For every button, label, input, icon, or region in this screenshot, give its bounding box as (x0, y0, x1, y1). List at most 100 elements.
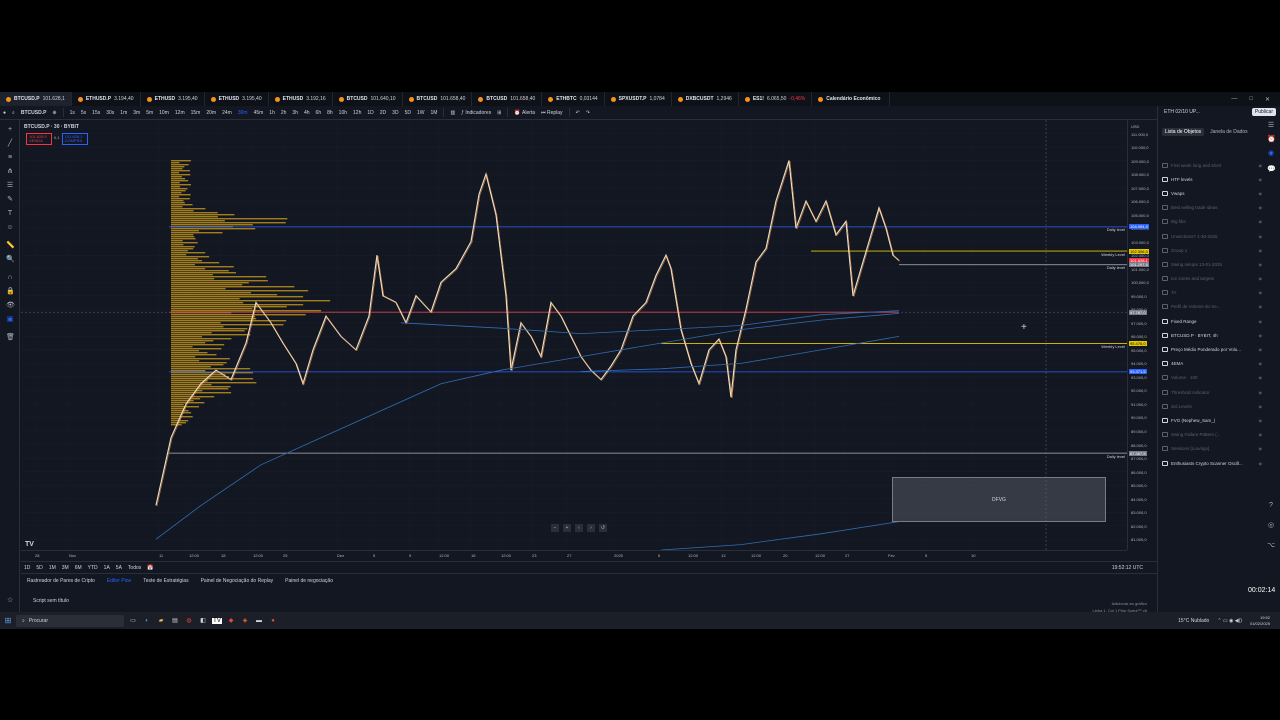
visibility-eye-icon[interactable]: ◉ (1259, 163, 1263, 168)
symbol-tab[interactable]: ETHUSD 3.195,40 (205, 92, 269, 106)
task-view-icon[interactable]: ▭ (128, 617, 138, 624)
symbol-tab[interactable]: ETHUSD 3.192,16 (269, 92, 333, 106)
object-item[interactable]: Preço Médio Ponderado por Volu... ◉ (1162, 342, 1262, 356)
tradingview-logo[interactable]: TV (25, 541, 34, 548)
redo-icon[interactable]: ↷ (583, 106, 593, 120)
bottom-tab[interactable]: Editor Pine (107, 578, 131, 584)
reset-chart-icon[interactable]: ↺ (599, 524, 607, 532)
symbol-tab[interactable]: BTCUSD 101.640,10 (333, 92, 403, 106)
range-1M[interactable]: 1M (46, 565, 59, 571)
interval-4h[interactable]: 4h (301, 106, 313, 120)
range-1A[interactable]: 1A (101, 565, 113, 571)
interval-20m[interactable]: 20m (203, 106, 219, 120)
interval-24m[interactable]: 24m (219, 106, 235, 120)
eye-icon[interactable]: 👁 (6, 302, 15, 310)
object-item[interactable]: Volume · 100 ◉ (1162, 371, 1262, 385)
zoom-icon[interactable]: 🔍 (6, 256, 15, 264)
app-red-icon[interactable]: ◆ (226, 617, 236, 624)
lock-icon[interactable]: 🔒 (6, 288, 15, 296)
visibility-eye-icon[interactable]: ◉ (1259, 404, 1263, 409)
tray-icons[interactable]: ⌃ ▭ ◉ ◀)) (1217, 618, 1242, 624)
symbol-tab[interactable]: ES1! 6.065,50 -0,46% (739, 92, 813, 106)
visibility-eye-icon[interactable]: ◉ (1259, 304, 1263, 309)
visibility-eye-icon[interactable]: ◉ (1259, 361, 1263, 366)
visibility-eye-icon[interactable]: ◉ (1259, 219, 1263, 224)
chrome-icon[interactable]: ◍ (184, 617, 194, 624)
object-item[interactable]: Swing setups 13-01-2025 ◉ (1162, 257, 1262, 271)
object-item[interactable]: Enthusiasts Crypto Scanner Oscill... ◉ (1162, 456, 1262, 470)
tradingview-taskbar-icon[interactable]: TV (212, 617, 222, 624)
symbol-tab[interactable]: ETHUSD.P 3.194,40 (72, 92, 141, 106)
undo-icon[interactable]: ↶ (573, 106, 583, 120)
object-tree-icon[interactable]: ◉ (1267, 150, 1275, 158)
toolbar-symbol[interactable]: BTCUSD.P (18, 106, 50, 120)
crosshair-icon[interactable]: + (6, 126, 14, 134)
visibility-eye-icon[interactable]: ◉ (1259, 375, 1263, 380)
range-1D[interactable]: 1D (21, 565, 33, 571)
object-item[interactable]: Ice zones and targets ◉ (1162, 272, 1262, 286)
recorder-icon[interactable]: ● (268, 618, 278, 624)
object-item[interactable]: Swing Failure Pattern (... ◉ (1162, 428, 1262, 442)
sell-button[interactable]: 101.628,0 VENDA (26, 133, 52, 145)
visibility-eye-icon[interactable]: ◉ (1259, 205, 1263, 210)
chart-type-icon[interactable]: ▥ (447, 106, 458, 120)
interval-1s[interactable]: 1s (67, 106, 78, 120)
alert-button[interactable]: ⏰ Alerta (511, 106, 538, 120)
favorite-drawings-icon[interactable]: ▣ (6, 316, 14, 324)
store-icon[interactable]: ▤ (170, 617, 180, 624)
chart-area[interactable]: DFVG − + ‹ › ↺ + Daily level Weekly Level… (21, 120, 1127, 550)
symbol-tab[interactable]: Calendário Econômico (812, 92, 891, 106)
horizontal-lines-icon[interactable]: ≡ (6, 154, 14, 162)
taskbar-search[interactable]: ⌕ Procurar (16, 614, 124, 627)
symbol-tab[interactable]: BTCUSD 101.658,40 (403, 92, 473, 106)
file-explorer-icon[interactable]: ▰ (156, 617, 166, 624)
legend-title[interactable]: BTCUSD.P · 30 · BYBIT (24, 124, 79, 130)
interval-3D[interactable]: 3D (389, 106, 401, 120)
zoom-in-icon[interactable]: + (563, 524, 571, 532)
object-panel-tab[interactable]: Janela de Dados (1207, 128, 1251, 136)
interval-15s[interactable]: 15s (89, 106, 103, 120)
zoom-out-icon[interactable]: − (551, 524, 559, 532)
visibility-eye-icon[interactable]: ◉ (1259, 446, 1263, 451)
visibility-eye-icon[interactable]: ◉ (1259, 333, 1263, 338)
app-icon[interactable]: ◧ (198, 617, 208, 624)
visibility-eye-icon[interactable]: ◉ (1259, 262, 1263, 267)
bottom-tab[interactable]: Painel de Negociação do Replay (201, 578, 274, 584)
visibility-eye-icon[interactable]: ◉ (1259, 347, 1263, 352)
interval-12m[interactable]: 12m (172, 106, 188, 120)
ruler-icon[interactable]: 📏 (6, 242, 15, 250)
symbol-tab[interactable]: ETHBTC 0,03144 (542, 92, 605, 106)
symbol-tab[interactable]: ETHUSD 3.195,40 (141, 92, 205, 106)
object-item[interactable]: Group 1 ◉ (1162, 243, 1262, 257)
bottom-tab[interactable]: Rastreador de Pares de Cripto (27, 578, 95, 584)
interval-2h[interactable]: 2h (278, 106, 290, 120)
brush-icon[interactable]: ✎ (6, 196, 14, 204)
interval-10m[interactable]: 10m (156, 106, 172, 120)
interval-1M[interactable]: 1M (427, 106, 440, 120)
replay-button[interactable]: ⏮ Replay (538, 106, 565, 120)
visibility-eye-icon[interactable]: ◉ (1259, 461, 1263, 466)
visibility-eye-icon[interactable]: ◉ (1259, 319, 1263, 324)
price-scale[interactable]: USD 111.000,0 110.000,0 109.000,0 108.000,0… (1127, 120, 1157, 550)
windows-start-icon[interactable]: ⊞ (0, 616, 16, 625)
interval-30m[interactable]: 30m (235, 106, 251, 120)
interval-1D[interactable]: 1D (364, 106, 376, 120)
visibility-eye-icon[interactable]: ◉ (1259, 234, 1263, 239)
visibility-eye-icon[interactable]: ◉ (1259, 418, 1263, 423)
visibility-eye-icon[interactable]: ◉ (1259, 177, 1263, 182)
symbol-tab[interactable]: SPXUSDT.P 1,0784 (605, 92, 672, 106)
object-item[interactable]: First week long and short ◉ (1162, 158, 1262, 172)
interval-5D[interactable]: 5D (402, 106, 414, 120)
visibility-eye-icon[interactable]: ◉ (1259, 390, 1263, 395)
interval-5s[interactable]: 5s (78, 106, 89, 120)
magnet-icon[interactable]: ∩ (6, 274, 14, 282)
dfvg-box[interactable]: DFVG (892, 477, 1106, 522)
watchlist-icon[interactable]: ☰ (1267, 122, 1275, 130)
templates-icon[interactable]: ⊞ (494, 106, 504, 120)
range-3M[interactable]: 3M (59, 565, 72, 571)
layout-name[interactable]: ETH 02/10 UP... (1164, 109, 1200, 115)
range-5A[interactable]: 5A (113, 565, 125, 571)
trendline-icon[interactable]: ╱ (6, 140, 14, 148)
text-icon[interactable]: T (6, 210, 14, 218)
object-item[interactable]: TA ◉ (1162, 286, 1262, 300)
